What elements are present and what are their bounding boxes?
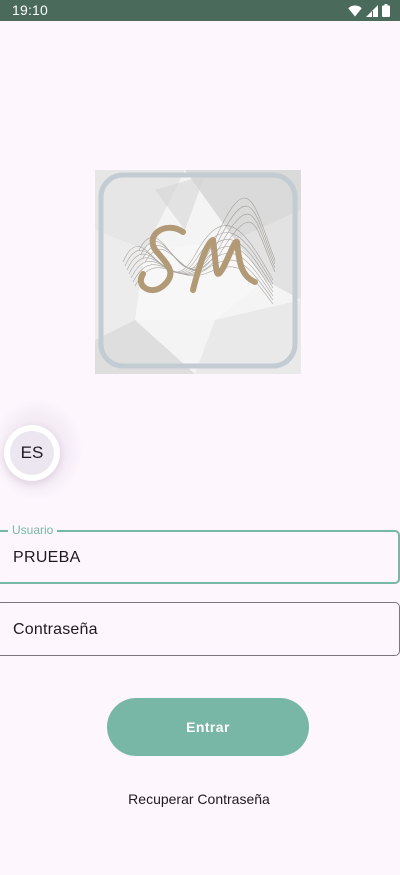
wifi-icon [348,5,362,17]
username-input[interactable]: PRUEBA [13,549,81,567]
password-field[interactable]: Contraseña [0,602,400,656]
status-time: 19:10 [12,2,49,18]
language-code: ES [10,431,54,475]
recover-password-link[interactable]: Recuperar Contraseña [0,791,398,807]
status-bar: 19:10 [0,0,400,21]
brand-logo [95,170,301,374]
signal-icon [366,4,378,17]
battery-icon [382,4,390,17]
username-field[interactable]: Usuario PRUEBA [0,523,400,584]
username-label: Usuario [8,523,58,537]
password-input[interactable]: Contraseña [13,621,98,639]
status-icons [348,3,390,18]
login-button[interactable]: Entrar [107,698,309,756]
language-button[interactable]: ES [4,425,60,481]
